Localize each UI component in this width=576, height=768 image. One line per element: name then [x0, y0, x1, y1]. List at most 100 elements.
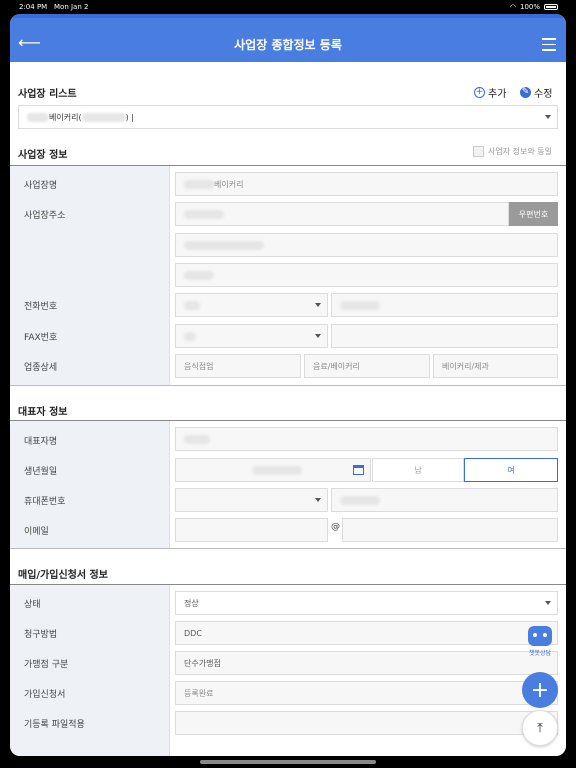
- email-domain-field[interactable]: [342, 518, 558, 542]
- billing-label: 청구방법: [24, 630, 58, 640]
- email-label: 이메일: [24, 527, 49, 537]
- robot-icon: [528, 626, 552, 646]
- email-at-sign: @: [331, 522, 340, 532]
- postcode-field[interactable]: [175, 202, 509, 226]
- same-as-owner-checkbox[interactable]: 사업자 정보와 동일: [473, 146, 552, 157]
- business-type-field-2[interactable]: 음료/베이커리: [304, 354, 430, 378]
- file-apply-label: 기등록 파일적용: [24, 720, 85, 730]
- business-info-title: 사업장 정보: [18, 150, 68, 161]
- add-label: 추가: [488, 89, 507, 100]
- plus-circle-icon: +: [474, 87, 485, 98]
- arrow-up-icon: ⤒: [537, 720, 543, 736]
- chatbot-label: 챗봇상담: [528, 650, 552, 657]
- chevron-down-icon: [545, 601, 551, 605]
- chatbot-button[interactable]: 챗봇상담: [523, 626, 557, 657]
- chevron-down-icon: [545, 115, 551, 119]
- email-local-field[interactable]: [175, 518, 328, 542]
- business-type-label: 업종상세: [24, 363, 58, 373]
- status-bar: 2:04 PM Mon Jan 2 ◠ 100%: [0, 0, 576, 14]
- gender-male-button[interactable]: 남: [372, 458, 464, 482]
- section-divider: [10, 548, 566, 549]
- wifi-icon: ◠: [509, 3, 516, 11]
- business-name-label: 사업장명: [24, 181, 58, 191]
- add-business-button[interactable]: + 추가: [474, 85, 506, 100]
- redacted-text: [81, 112, 126, 122]
- redacted-text: [184, 434, 210, 444]
- redacted-text: [27, 112, 49, 122]
- redacted-text: [184, 179, 214, 189]
- birth-date-field[interactable]: [175, 458, 371, 482]
- postcode-button[interactable]: 우편번호: [509, 202, 558, 226]
- merchant-type-field[interactable]: 단수가맹점: [175, 651, 558, 675]
- hamburger-menu-icon[interactable]: [542, 38, 556, 55]
- app-screen: ⟵ 사업장 종합정보 등록 사업장 리스트 + 추가 ✎ 수정 베이커리( ) …: [10, 14, 566, 756]
- fax-prefix-select[interactable]: [175, 324, 328, 348]
- mobile-number-field[interactable]: [331, 488, 558, 512]
- chevron-down-icon: [315, 498, 321, 502]
- subscription-label-column: [10, 585, 170, 756]
- business-name-value: 베이커리: [214, 179, 244, 189]
- file-apply-field[interactable]: [175, 711, 558, 735]
- add-fab-button[interactable]: +: [522, 672, 558, 708]
- business-select[interactable]: 베이커리( ) |: [18, 105, 558, 129]
- mobile-label: 휴대폰번호: [24, 497, 66, 507]
- phone-prefix-select[interactable]: [175, 293, 328, 317]
- status-time: 2:04 PM: [19, 3, 48, 11]
- edit-business-button[interactable]: ✎ 수정: [520, 85, 552, 100]
- address-line2-field[interactable]: [175, 263, 558, 287]
- battery-percent: 100%: [519, 3, 540, 11]
- billing-field[interactable]: DDC: [175, 621, 558, 645]
- representative-name-field[interactable]: [175, 427, 558, 451]
- business-type-field-1[interactable]: 음식점업: [175, 354, 301, 378]
- status-date: Mon Jan 2: [54, 3, 89, 11]
- fax-label: FAX번호: [24, 333, 58, 343]
- business-list-title: 사업장 리스트: [18, 89, 77, 100]
- representative-title: 대표자 정보: [18, 407, 68, 418]
- home-indicator[interactable]: [200, 760, 376, 764]
- section-divider: [10, 385, 566, 386]
- redacted-text: [184, 270, 214, 280]
- redacted-text: [184, 300, 200, 310]
- phone-number-field[interactable]: [331, 293, 558, 317]
- checkbox-icon: [473, 146, 484, 157]
- battery-icon: [544, 4, 558, 10]
- business-info-label-column: [10, 166, 170, 385]
- business-select-suffix: ) |: [125, 112, 134, 122]
- merchant-type-label: 가맹점 구분: [24, 660, 69, 670]
- phone-label: 전화번호: [24, 302, 58, 312]
- chevron-down-icon: [315, 303, 321, 307]
- status-label: 상태: [24, 600, 41, 610]
- business-select-text: 베이커리(: [49, 112, 82, 122]
- mobile-prefix-select[interactable]: [175, 488, 328, 512]
- redacted-text: [340, 495, 380, 505]
- plus-icon: +: [530, 677, 550, 703]
- calendar-icon[interactable]: [353, 465, 364, 475]
- status-right: ◠ 100%: [510, 3, 558, 11]
- same-as-owner-label: 사업자 정보와 동일: [488, 147, 552, 156]
- application-label: 가입신청서: [24, 690, 66, 700]
- business-name-field[interactable]: 베이커리: [175, 172, 558, 196]
- gender-female-button[interactable]: 여: [464, 458, 558, 482]
- pencil-icon: ✎: [520, 87, 531, 98]
- redacted-text: [340, 300, 380, 310]
- header-top-strip: [10, 14, 566, 18]
- page-title: 사업장 종합정보 등록: [234, 38, 342, 52]
- subscription-title: 매입/가입신청서 정보: [18, 570, 108, 581]
- address-line1-field[interactable]: [175, 233, 558, 257]
- business-address-label: 사업장주소: [24, 211, 66, 221]
- status-select[interactable]: 정상: [175, 591, 558, 615]
- redacted-text: [184, 240, 264, 250]
- status-value: 정상: [184, 598, 199, 608]
- representative-name-label: 대표자명: [24, 437, 58, 447]
- redacted-text: [252, 465, 302, 475]
- redacted-text: [184, 209, 224, 219]
- business-type-field-3[interactable]: 베이커리/제과: [433, 354, 558, 378]
- scroll-top-button[interactable]: ⤒: [522, 710, 558, 746]
- birth-date-label: 생년월일: [24, 467, 58, 477]
- app-header: ⟵ 사업장 종합정보 등록: [10, 14, 566, 62]
- fax-number-field[interactable]: [331, 324, 558, 348]
- redacted-text: [184, 331, 196, 341]
- chevron-down-icon: [315, 334, 321, 338]
- edit-label: 수정: [534, 89, 553, 100]
- application-field[interactable]: 등록완료: [175, 681, 558, 705]
